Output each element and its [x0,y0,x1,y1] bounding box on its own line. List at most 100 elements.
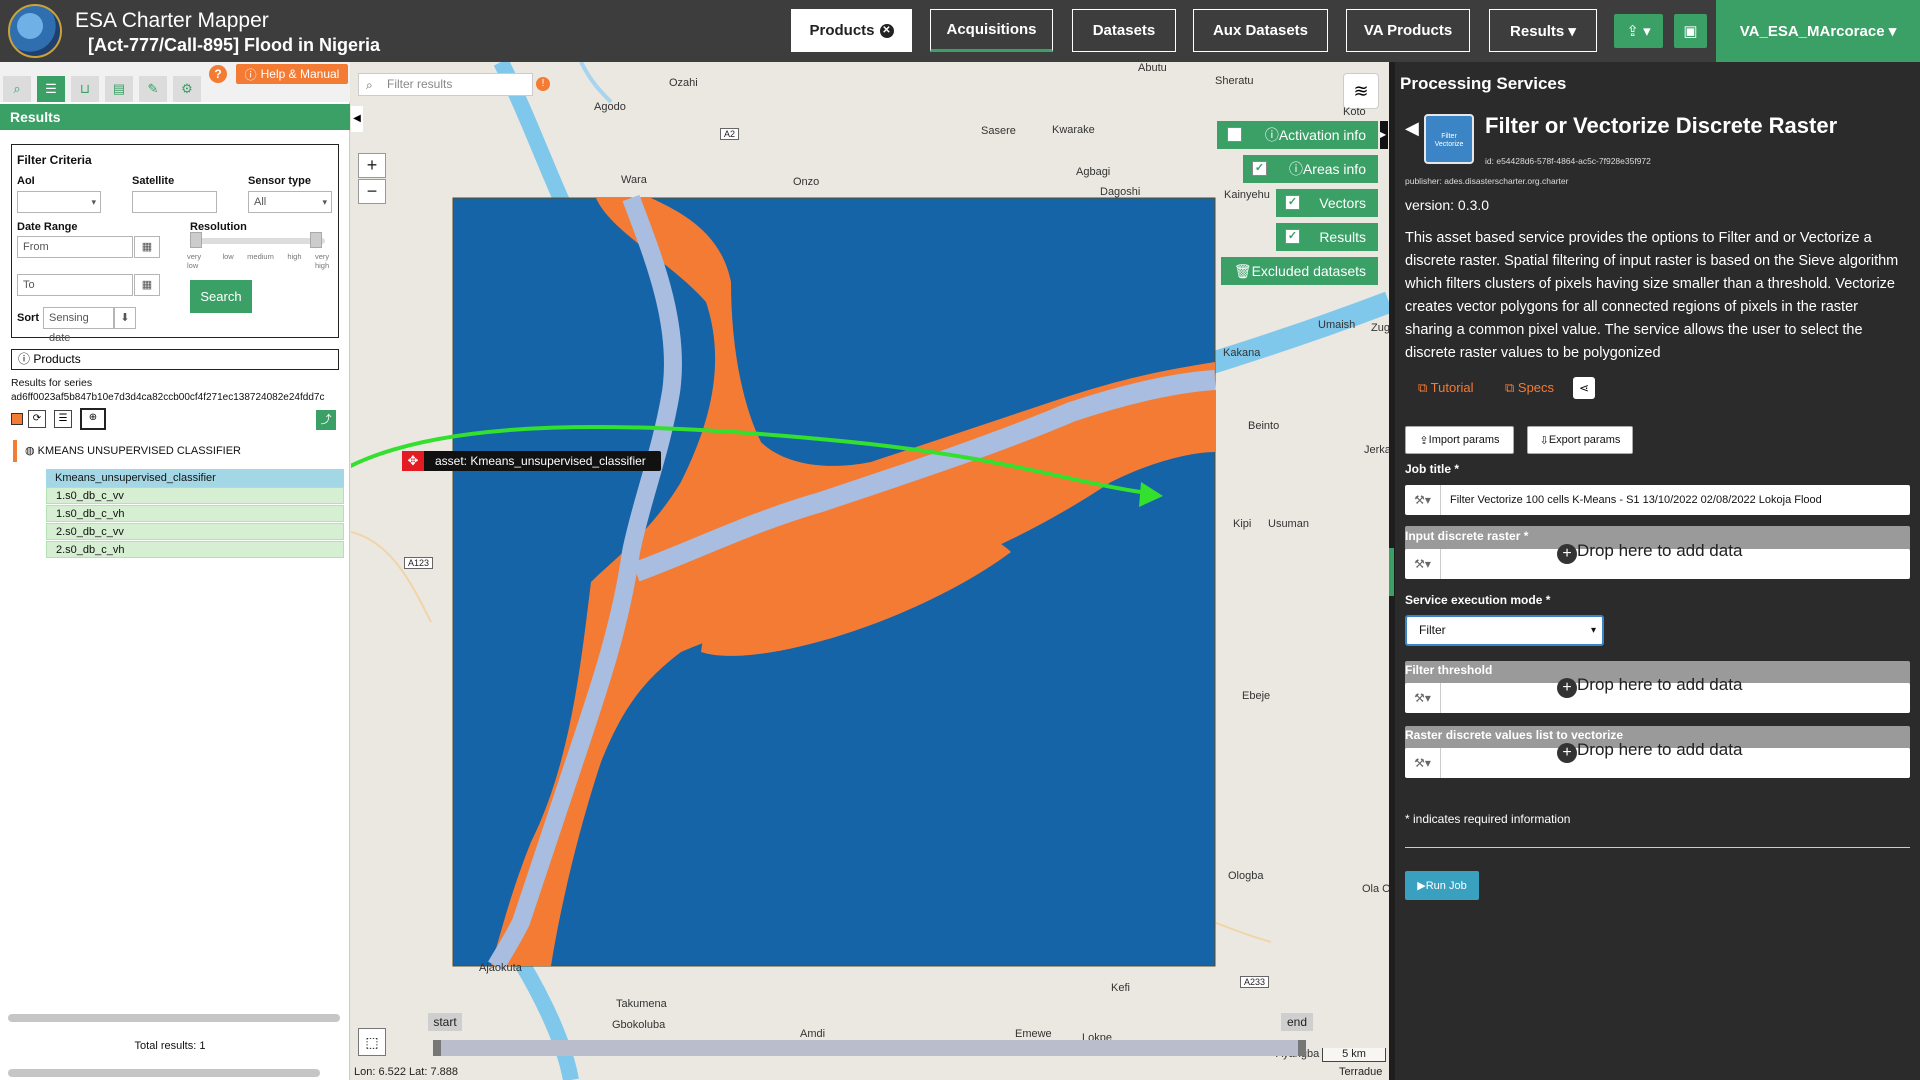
chevron-down-icon: ▾ [322,197,327,207]
date-from-input[interactable]: From [17,236,133,258]
refresh-icon[interactable]: ⟳ [28,410,46,428]
layers-icon[interactable]: ≋ [1343,73,1379,109]
help-manual-button[interactable]: ⓘ Help & Manual [236,64,348,84]
export-params-label: Export params [1548,434,1621,446]
vectors-toggle[interactable]: ✓ Vectors [1276,189,1378,217]
list-item[interactable]: 2.s0_db_c_vv [46,523,344,540]
areas-info-toggle[interactable]: ✓ ⓘ Areas info [1243,155,1378,183]
import-params-button[interactable]: ⇪ Import params [1405,426,1514,454]
calendar-icon[interactable]: ▦ [134,274,160,296]
nav-acquisitions-tab[interactable]: Acquisitions [930,9,1053,52]
sensor-type-select[interactable]: All ▾ [248,191,332,213]
activation-info-toggle[interactable]: ⓘ Activation info [1217,121,1378,149]
basket-tool-button[interactable]: ⊔ [71,76,99,102]
export-params-button[interactable]: ⇩ Export params [1527,426,1633,454]
magic-wand-icon[interactable]: ⚒▾ [1405,683,1441,713]
map-canvas [351,62,1389,1080]
activation-title: [Act-777/Call-895] Flood in Nigeria [88,35,381,55]
job-title-field[interactable]: ⚒▾ Filter Vectorize 100 cells K-Means - … [1405,485,1910,515]
drop-text: Drop here to add data [1577,541,1743,560]
map-attribution: Terradue [1339,1066,1383,1078]
upload-dropdown-button[interactable]: ⇪ ▾ [1614,14,1663,48]
collapse-left-panel-button[interactable]: ◀ [351,106,363,132]
search-tool-button[interactable]: ⌕ [3,76,31,102]
user-menu[interactable]: VA_ESA_MArcorace ▾ [1716,0,1920,62]
classifier-series-row[interactable]: ◍ KMEANS UNSUPERVISED CLASSIFIER [13,440,343,462]
select-all-checkbox[interactable] [11,413,23,425]
fullscreen-icon[interactable]: ⬚ [358,1028,386,1056]
list-item[interactable]: 1.s0_db_c_vh [46,505,344,522]
trash-icon: 🗑 [1233,262,1252,279]
list-tool-button[interactable]: ☰ [37,76,65,102]
vectors-label: Vectors [1319,195,1366,211]
service-description: This asset based service provides the op… [1405,230,1899,361]
plus-icon: + [1557,678,1577,698]
place-label: Wara [621,174,647,186]
timeline-slider[interactable] [436,1040,1304,1056]
list-item[interactable]: 1.s0_db_c_vv [46,487,344,504]
info-icon[interactable]: ! [536,77,550,91]
products-label: Products [33,352,81,366]
exec-mode-value: Filter [1419,623,1446,637]
close-icon[interactable]: ✕ [879,23,894,38]
calendar-icon[interactable]: ▦ [134,236,160,258]
satellite-input[interactable] [132,191,217,213]
magic-wand-icon[interactable]: ⚒▾ [1405,748,1441,778]
drop-here-hint: + Drop here to add data [1557,740,1742,763]
nav-results-dropdown[interactable]: Results ▾ [1489,9,1597,52]
back-icon[interactable]: ◀ [1405,118,1419,139]
aoi-select[interactable]: ▾ [17,191,101,213]
service-id: id: e54428d6-578f-4864-ac5c-7f928e35f972 [1485,156,1651,166]
exec-mode-select[interactable]: Filter ▾ [1405,615,1604,646]
list-view-icon[interactable]: ☰ [54,410,72,428]
edit-tool-button[interactable]: ✎ [139,76,167,102]
tutorial-link[interactable]: ⧉ Tutorial [1418,380,1474,396]
resolution-slider[interactable] [190,238,325,244]
expand-panel-icon[interactable]: ▶ [1380,121,1388,149]
search-button[interactable]: Search [190,280,252,313]
results-checkbox[interactable]: ✓ [1285,229,1300,244]
areas-info-checkbox[interactable]: ✓ [1252,161,1267,176]
archive-tool-button[interactable]: ▤ [105,76,133,102]
list-item[interactable]: 2.s0_db_c_vh [46,541,344,558]
share-icon[interactable]: ⋖ [1573,377,1595,399]
run-job-button[interactable]: ▶ Run Job [1405,871,1479,900]
selected-product-item[interactable]: Kmeans_unsupervised_classifier [46,469,344,487]
nav-datasets-tab[interactable]: Datasets [1072,9,1176,52]
results-toggle[interactable]: ✓ Results [1276,223,1378,251]
add-to-basket-icon[interactable]: ⊕ [80,408,106,430]
resolution-slider-handle-min[interactable] [190,232,202,248]
resolution-slider-handle-max[interactable] [310,232,322,248]
excluded-datasets-button[interactable]: 🗑 Excluded datasets [1221,257,1378,285]
results-header: Results [0,104,350,130]
nav-products-tab[interactable]: Products ✕ [791,9,912,52]
zoom-out-button[interactable]: − [358,179,386,204]
sort-direction-icon[interactable]: ⬇ [114,307,136,329]
left-bottom-scrollbar[interactable] [8,1069,320,1077]
asset-drag-tag[interactable]: asset: Kmeans_unsupervised_classifier [402,451,661,471]
place-label: Agbagi [1076,166,1111,178]
nav-va-products-tab[interactable]: VA Products [1346,9,1470,52]
workspace-button[interactable]: ▣ [1674,14,1707,48]
date-to-input[interactable]: To [17,274,133,296]
magic-wand-icon[interactable]: ⚒▾ [1405,549,1441,579]
esa-charter-logo [8,4,62,58]
splitter-handle[interactable] [1389,548,1394,596]
timeline-end-handle[interactable] [1298,1040,1306,1056]
left-horizontal-scrollbar[interactable] [8,1014,340,1022]
magic-wand-icon[interactable]: ⚒▾ [1405,485,1441,515]
input-raster-label: Input discrete raster * [1405,529,1529,543]
zoom-in-button[interactable]: + [358,153,386,178]
question-icon[interactable]: ? [209,65,227,83]
timeline-start-handle[interactable] [433,1040,441,1056]
vectors-checkbox[interactable]: ✓ [1285,195,1300,210]
settings-tool-button[interactable]: ⚙ [173,76,201,102]
specs-link[interactable]: ⧉ Specs [1505,380,1554,396]
nav-aux-datasets-tab[interactable]: Aux Datasets [1193,9,1328,52]
place-label: Ozahi [669,77,698,89]
filter-results-input[interactable]: Filter results [358,73,533,96]
sort-select[interactable]: Sensing date [43,307,114,344]
filter-results-placeholder: Filter results [387,77,453,91]
share-icon[interactable]: ⤴ [316,410,336,430]
activation-info-checkbox[interactable] [1227,127,1242,142]
